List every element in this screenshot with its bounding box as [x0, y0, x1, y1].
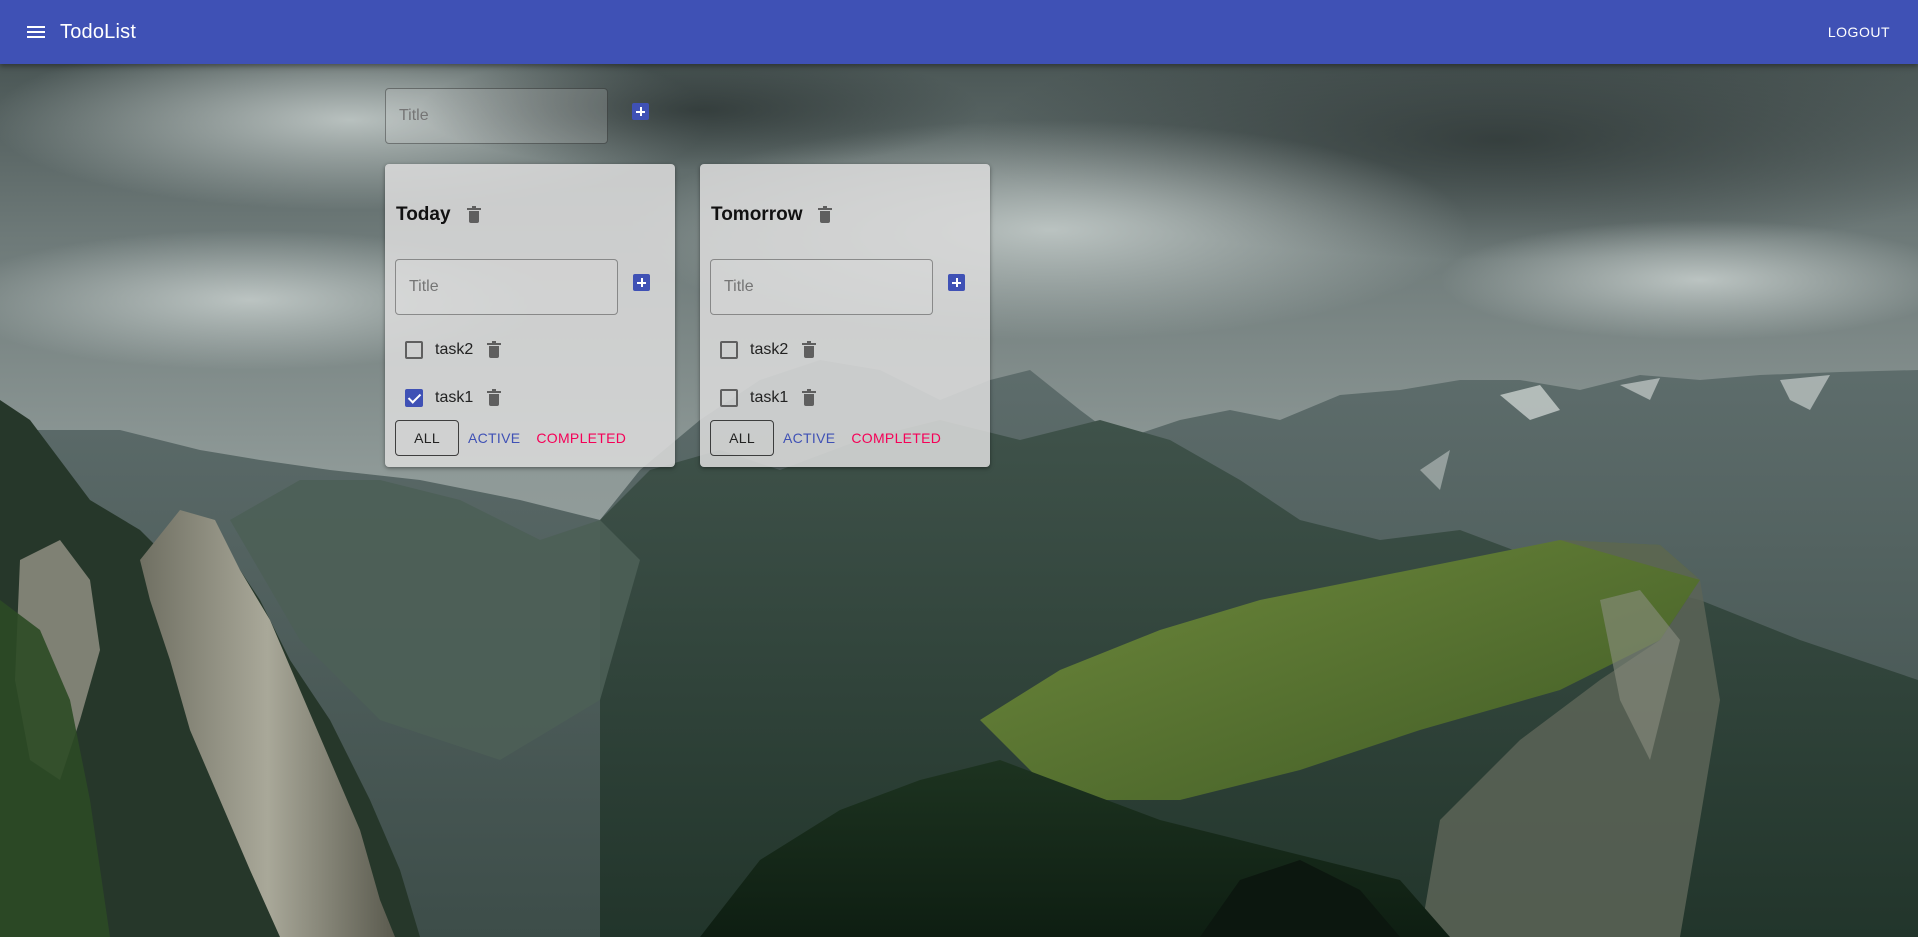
task-checkbox[interactable]	[720, 389, 738, 407]
task-checkbox[interactable]	[720, 341, 738, 359]
filter-buttons: ALL ACTIVE COMPLETED	[710, 420, 941, 456]
app-bar: TodoList LOGOUT	[0, 0, 1918, 64]
card-header: Today	[396, 204, 481, 226]
menu-icon	[27, 23, 45, 41]
add-task-button[interactable]	[948, 274, 965, 291]
app-title: TodoList	[60, 20, 137, 43]
add-task-button[interactable]	[633, 274, 650, 291]
new-task-title-input[interactable]: Title	[395, 259, 618, 315]
add-task-form: Title	[395, 259, 650, 315]
delete-task-icon[interactable]	[802, 389, 817, 406]
logout-button[interactable]: LOGOUT	[1820, 18, 1898, 46]
todolist-card-today: Today Title task2 task1 ALL ACTIVE COMPL…	[385, 164, 675, 467]
task-checkbox[interactable]	[405, 341, 423, 359]
delete-task-icon[interactable]	[802, 341, 817, 358]
card-header: Tomorrow	[711, 204, 833, 226]
add-task-form: Title	[710, 259, 965, 315]
new-task-title-placeholder: Title	[724, 278, 754, 295]
delete-list-icon[interactable]	[818, 206, 833, 223]
card-title: Today	[396, 204, 451, 225]
filter-all-button[interactable]: ALL	[395, 420, 459, 456]
new-list-title-placeholder: Title	[399, 107, 429, 124]
task-label: task2	[435, 341, 474, 358]
filter-completed-button[interactable]: COMPLETED	[536, 430, 626, 446]
card-title: Tomorrow	[711, 204, 803, 225]
filter-buttons: ALL ACTIVE COMPLETED	[395, 420, 626, 456]
task-label: task2	[750, 341, 789, 358]
background-landscape-image	[0, 0, 1918, 937]
filter-completed-button[interactable]: COMPLETED	[851, 430, 941, 446]
filter-active-button[interactable]: ACTIVE	[783, 430, 835, 446]
task-label: task1	[435, 389, 474, 406]
delete-task-icon[interactable]	[487, 389, 502, 406]
new-task-title-placeholder: Title	[409, 278, 439, 295]
menu-button[interactable]	[12, 8, 60, 56]
task-label: task1	[750, 389, 789, 406]
new-list-title-input[interactable]: Title	[385, 88, 608, 144]
task-item: task2	[720, 338, 817, 362]
todolist-card-tomorrow: Tomorrow Title task2 task1 ALL ACTIVE CO…	[700, 164, 990, 467]
add-list-button[interactable]	[632, 103, 649, 120]
task-item: task1	[720, 386, 817, 410]
task-item: task2	[405, 338, 502, 362]
filter-all-button[interactable]: ALL	[710, 420, 774, 456]
new-task-title-input[interactable]: Title	[710, 259, 933, 315]
task-checkbox[interactable]	[405, 389, 423, 407]
filter-active-button[interactable]: ACTIVE	[468, 430, 520, 446]
delete-task-icon[interactable]	[487, 341, 502, 358]
add-list-form: Title	[385, 88, 649, 144]
delete-list-icon[interactable]	[466, 206, 481, 223]
task-item: task1	[405, 386, 502, 410]
